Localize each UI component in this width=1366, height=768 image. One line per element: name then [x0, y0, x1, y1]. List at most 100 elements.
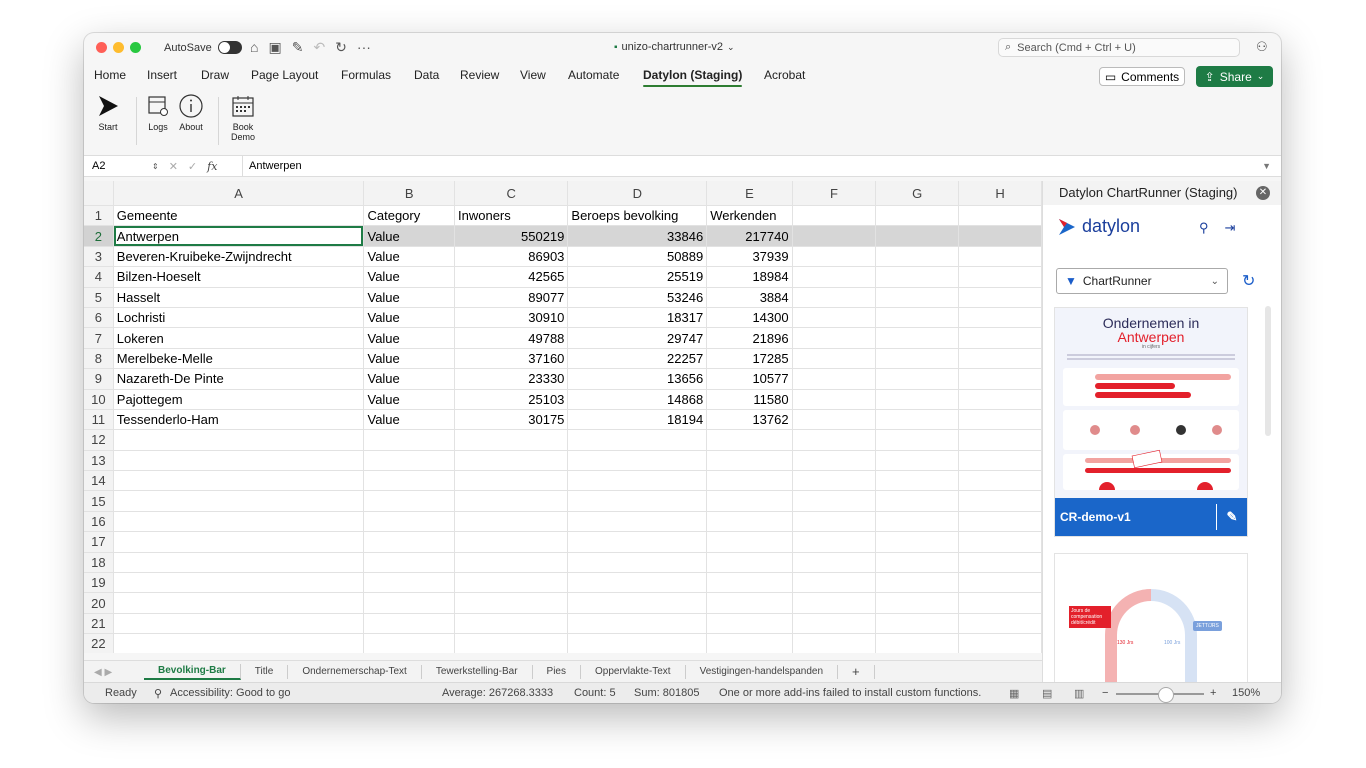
column-header-f[interactable]: F: [792, 181, 877, 206]
document-title[interactable]: ▪ unizo-chartrunner-v2 ⌄: [614, 41, 735, 53]
cell[interactable]: [113, 450, 365, 472]
row-header[interactable]: 13: [84, 450, 114, 472]
cell[interactable]: [792, 613, 877, 635]
cell[interactable]: [958, 246, 1042, 268]
cell[interactable]: 25103: [454, 389, 569, 410]
cell[interactable]: [113, 552, 365, 574]
cell[interactable]: Inwoners: [454, 205, 569, 227]
cell[interactable]: [113, 572, 365, 594]
cell[interactable]: [875, 287, 960, 308]
cell[interactable]: 550219: [454, 225, 569, 247]
cell[interactable]: 13656: [567, 368, 708, 390]
cell[interactable]: Antwerpen: [113, 225, 365, 247]
user-settings-icon[interactable]: ⚲: [1199, 220, 1209, 236]
row-header[interactable]: 11: [84, 409, 114, 431]
undo-icon[interactable]: ↶: [313, 39, 325, 56]
cell[interactable]: 30910: [454, 307, 569, 329]
cell[interactable]: [113, 470, 365, 492]
cell[interactable]: [792, 368, 877, 390]
select-all-corner[interactable]: [84, 181, 114, 206]
search-input[interactable]: ⌕ Search (Cmd + Ctrl + U): [998, 38, 1240, 57]
cell[interactable]: Beveren-Kruibeke-Zwijndrecht: [113, 246, 365, 268]
row-header[interactable]: 4: [84, 266, 114, 288]
cell[interactable]: [875, 531, 960, 553]
cell[interactable]: [792, 246, 877, 268]
cell[interactable]: [875, 409, 960, 431]
cell[interactable]: [454, 572, 569, 594]
cell[interactable]: 23330: [454, 368, 569, 390]
cell[interactable]: [706, 613, 793, 635]
cell[interactable]: 22257: [567, 348, 708, 370]
cell[interactable]: [958, 592, 1042, 614]
cell[interactable]: Nazareth-De Pinte: [113, 368, 365, 390]
cell[interactable]: [567, 450, 708, 472]
sheet-tab-vestigingen-handelspanden[interactable]: Vestigingen-handelspanden: [686, 665, 839, 679]
status-accessibility[interactable]: Accessibility: Good to go: [170, 687, 290, 699]
cell[interactable]: [875, 592, 960, 614]
cell[interactable]: [958, 307, 1042, 329]
cell[interactable]: [706, 511, 793, 533]
cell[interactable]: [875, 327, 960, 349]
cell[interactable]: [706, 429, 793, 451]
cell[interactable]: [875, 266, 960, 288]
cell[interactable]: [875, 633, 960, 653]
cell[interactable]: Value: [363, 327, 455, 349]
cell[interactable]: [792, 450, 877, 472]
cell[interactable]: 53246: [567, 287, 708, 308]
cell[interactable]: [363, 613, 455, 635]
cell[interactable]: [958, 266, 1042, 288]
cell[interactable]: [875, 552, 960, 574]
about-button[interactable]: About: [176, 93, 206, 132]
zoom-window-button[interactable]: [130, 42, 141, 53]
cell[interactable]: [875, 613, 960, 635]
cell[interactable]: Value: [363, 389, 455, 410]
tab-automate[interactable]: Automate: [568, 68, 619, 82]
cell[interactable]: [113, 613, 365, 635]
cell[interactable]: [706, 531, 793, 553]
cell[interactable]: [454, 552, 569, 574]
tab-formulas[interactable]: Formulas: [341, 68, 391, 82]
sheet-tab-tewerkstelling-bar[interactable]: Tewerkstelling-Bar: [422, 665, 533, 679]
cell[interactable]: Value: [363, 225, 455, 247]
cell[interactable]: [958, 613, 1042, 635]
row-header[interactable]: 17: [84, 531, 114, 553]
sheet-tab-title[interactable]: Title: [241, 665, 289, 679]
close-pane-icon[interactable]: ✕: [1256, 186, 1270, 200]
cell[interactable]: [958, 348, 1042, 370]
cell[interactable]: [792, 266, 877, 288]
cell[interactable]: [875, 368, 960, 390]
home-icon[interactable]: ⌂: [250, 39, 258, 56]
cell[interactable]: Beroeps bevolking: [567, 205, 708, 227]
cell[interactable]: Value: [363, 266, 455, 288]
cell[interactable]: 86903: [454, 246, 569, 268]
cell[interactable]: [792, 389, 877, 410]
cell[interactable]: 42565: [454, 266, 569, 288]
column-header-d[interactable]: D: [567, 181, 708, 206]
cell[interactable]: [792, 531, 877, 553]
cell[interactable]: [958, 368, 1042, 390]
page-layout-view-icon[interactable]: ▤: [1042, 687, 1052, 700]
cell[interactable]: 17285: [706, 348, 793, 370]
logout-icon[interactable]: ⇥: [1225, 220, 1236, 236]
cell[interactable]: [792, 633, 877, 653]
cell[interactable]: 29747: [567, 327, 708, 349]
cell[interactable]: 25519: [567, 266, 708, 288]
cell[interactable]: [567, 470, 708, 492]
column-header-h[interactable]: H: [958, 181, 1042, 206]
cell[interactable]: [875, 511, 960, 533]
cell[interactable]: [113, 531, 365, 553]
function-icon[interactable]: fx: [207, 160, 217, 173]
cell[interactable]: [454, 511, 569, 533]
close-window-button[interactable]: [96, 42, 107, 53]
stepper-icon[interactable]: ⇕: [152, 162, 159, 171]
cell[interactable]: [792, 225, 877, 247]
cell[interactable]: [792, 409, 877, 431]
cell[interactable]: [454, 531, 569, 553]
cell[interactable]: Werkenden: [706, 205, 793, 227]
cell[interactable]: [958, 409, 1042, 431]
cell[interactable]: [958, 511, 1042, 533]
cell[interactable]: [706, 470, 793, 492]
cell[interactable]: 50889: [567, 246, 708, 268]
chart-card-2[interactable]: Jours de compensation débit/crédit JETT/…: [1054, 553, 1248, 685]
cell[interactable]: 18317: [567, 307, 708, 329]
